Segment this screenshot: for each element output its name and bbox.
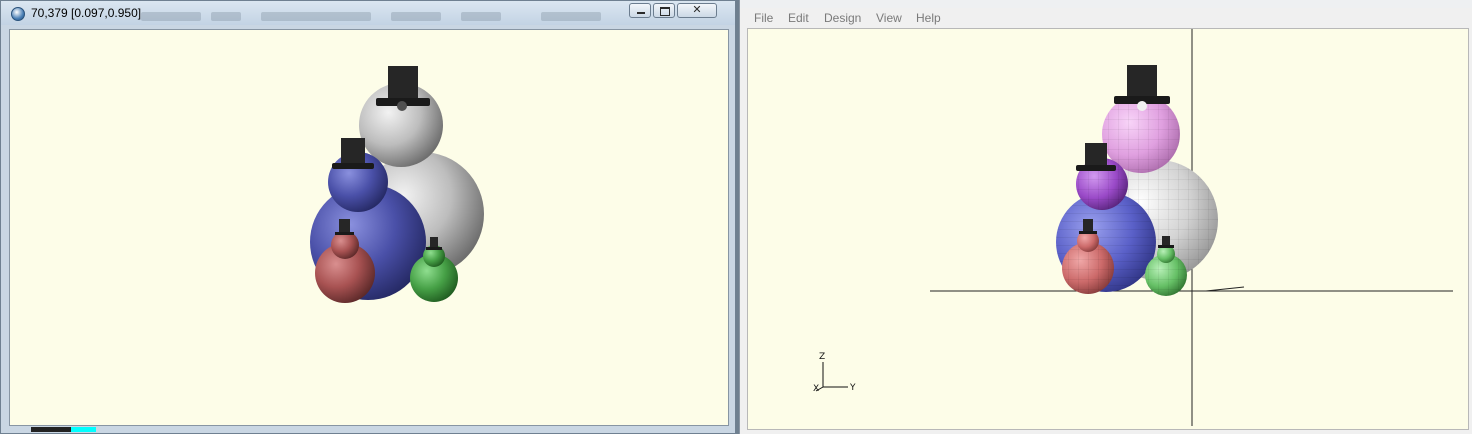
background-taskbar-ghost [141, 10, 611, 24]
render-viewport[interactable] [9, 29, 729, 426]
close-button[interactable]: ✕ [677, 3, 717, 18]
axis-gizmo: Z X Y [813, 352, 856, 394]
taskbar-fragment [1, 427, 101, 433]
render-window-titlebar[interactable]: 70,379 [0.097,0.950] ✕ [1, 1, 735, 25]
preview-viewport[interactable]: Z X Y [747, 28, 1469, 430]
menu-view[interactable]: View [876, 11, 902, 25]
render-window: 70,379 [0.097,0.950] ✕ [0, 0, 736, 434]
menu-bar: File Edit Design View Help [740, 8, 1472, 28]
gizmo-x-label: X [813, 384, 819, 394]
editor-window: File Edit Design View Help Z X Y [739, 0, 1472, 434]
editor-top-strip [740, 0, 1472, 8]
depth-axis-line [1205, 286, 1245, 292]
preview-snowmen-scene: Z X Y [813, 29, 1453, 426]
render-window-title: 70,379 [0.097,0.950] [31, 6, 142, 20]
menu-edit[interactable]: Edit [788, 11, 809, 25]
gizmo-y-label: Y [849, 383, 856, 393]
close-icon: ✕ [692, 4, 702, 16]
minimize-icon [637, 12, 645, 14]
menu-file[interactable]: File [754, 11, 773, 25]
menu-design[interactable]: Design [824, 11, 861, 25]
minimize-button[interactable] [629, 3, 651, 18]
gizmo-z-label: Z [819, 352, 825, 362]
app-icon [11, 7, 25, 21]
maximize-icon [660, 7, 670, 16]
rendered-snowmen-scene [310, 66, 484, 303]
menu-help[interactable]: Help [916, 11, 941, 25]
maximize-button[interactable] [653, 3, 675, 18]
